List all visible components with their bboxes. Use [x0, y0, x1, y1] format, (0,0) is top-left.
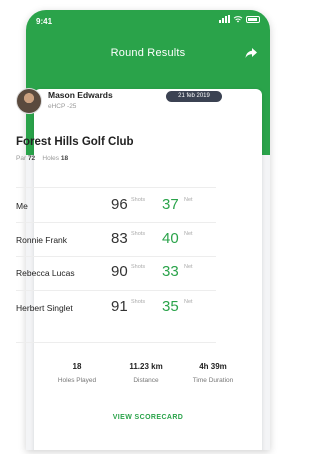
status-bar: 9:41 — [26, 10, 270, 32]
stat-value: 18 — [72, 362, 82, 371]
stat-value: 11.23 km — [129, 362, 163, 371]
holes-label: Holes — [42, 155, 60, 162]
stat-label: Distance — [133, 377, 159, 384]
shots-label: Shots — [131, 299, 146, 305]
stat-value: 4h 39m — [199, 362, 227, 371]
result-shots: 91 — [111, 298, 128, 315]
date-badge: 21 feb 2019 — [166, 91, 222, 102]
divider — [16, 187, 216, 188]
stat-label: Holes Played — [57, 377, 97, 384]
par-value: 72 — [27, 155, 36, 162]
signal-icon — [219, 15, 230, 23]
page-title: Round Results — [110, 47, 186, 59]
result-net: 35 — [162, 298, 179, 315]
divider — [16, 222, 216, 223]
result-row: Rebecca Lucas 90 Shots 33 Net — [16, 263, 228, 283]
net-label: Net — [184, 299, 193, 305]
stat-holes-played: 18 Holes Played — [41, 362, 113, 384]
divider — [16, 342, 216, 343]
shots-label: Shots — [131, 264, 146, 270]
result-player-name: Rebecca Lucas — [16, 268, 75, 278]
divider — [16, 290, 216, 291]
holes-value: 18 — [60, 155, 69, 162]
shots-label: Shots — [131, 197, 146, 203]
result-player-name: Me — [16, 201, 28, 211]
result-shots: 90 — [111, 263, 128, 280]
shots-label: Shots — [131, 231, 146, 237]
divider — [16, 256, 216, 257]
player-handicap: eHCP -25 — [48, 103, 77, 110]
result-shots: 83 — [111, 230, 128, 247]
battery-icon — [246, 15, 260, 23]
result-net: 37 — [162, 196, 179, 213]
net-label: Net — [184, 197, 193, 203]
result-net: 33 — [162, 263, 179, 280]
result-row: Herbert Singlet 91 Shots 35 Net — [16, 298, 228, 318]
avatar — [16, 88, 42, 114]
result-row: Ronnie Frank 83 Shots 40 Net — [16, 230, 228, 250]
player-name: Mason Edwards — [48, 90, 113, 100]
status-time: 9:41 — [36, 17, 53, 26]
share-icon[interactable] — [244, 46, 258, 60]
course-meta: Par 72 Holes 18 — [16, 155, 68, 162]
course-name: Forest Hills Golf Club — [16, 136, 134, 148]
status-icons — [219, 15, 260, 23]
stat-distance: 11.23 km Distance — [110, 362, 182, 384]
par-label: Par — [16, 155, 27, 162]
result-net: 40 — [162, 230, 179, 247]
stat-time-duration: 4h 39m Time Duration — [177, 362, 249, 384]
result-row: Me 96 Shots 37 Net — [16, 196, 228, 216]
stat-label: Time Duration — [192, 377, 234, 384]
net-label: Net — [184, 231, 193, 237]
view-scorecard-button[interactable]: VIEW SCORECARD — [34, 414, 262, 421]
result-shots: 96 — [111, 196, 128, 213]
net-label: Net — [184, 264, 193, 270]
result-player-name: Herbert Singlet — [16, 303, 73, 313]
wifi-icon — [233, 16, 243, 23]
result-player-name: Ronnie Frank — [16, 235, 68, 245]
